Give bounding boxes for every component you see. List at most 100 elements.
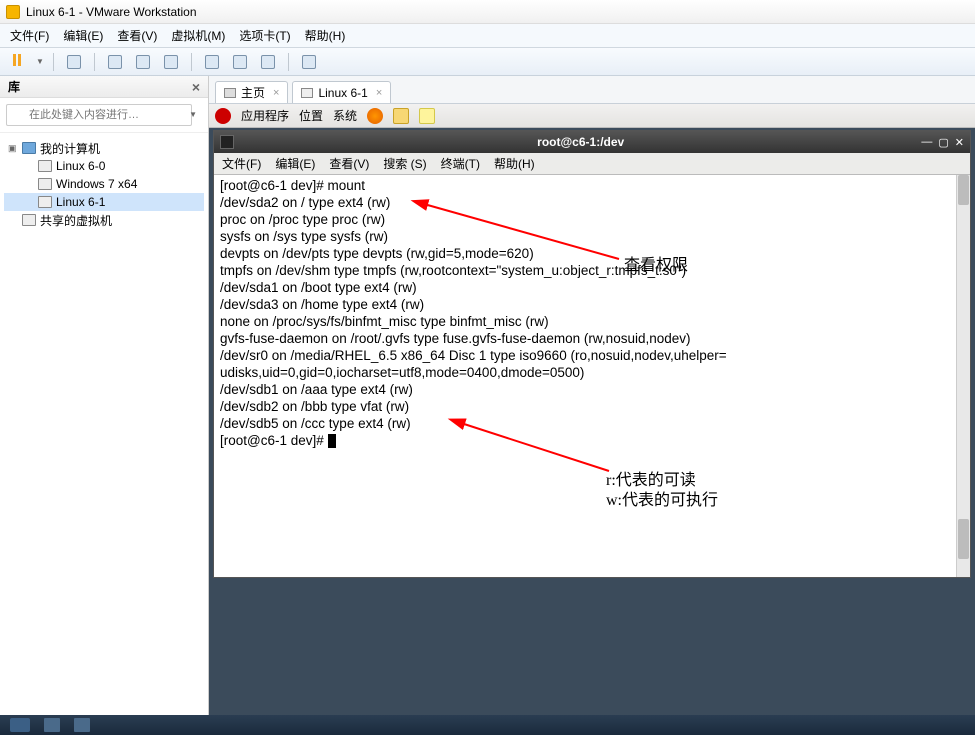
tab-home[interactable]: 主页 × — [215, 81, 288, 103]
sidebar-close-button[interactable]: × — [192, 79, 200, 95]
menu-edit[interactable]: 编辑(E) — [63, 27, 103, 44]
term-menu-file[interactable]: 文件(F) — [222, 155, 261, 172]
vmware-icon — [6, 5, 20, 19]
tab-vm-label: Linux 6-1 — [318, 86, 367, 100]
vm-icon — [38, 178, 52, 190]
vm-tabs: 主页 × Linux 6-1 × — [209, 76, 975, 104]
toolbar-btn-3[interactable] — [132, 52, 154, 72]
notes-icon[interactable] — [419, 108, 435, 124]
terminal-line: /dev/sda2 on / type ext4 (rw) — [220, 194, 964, 211]
toolbar-btn-6[interactable] — [229, 52, 251, 72]
fullscreen-icon — [205, 55, 219, 69]
terminal-line: devpts on /dev/pts type devpts (rw,gid=5… — [220, 245, 964, 262]
terminal-line: gvfs-fuse-daemon on /root/.gvfs type fus… — [220, 330, 964, 347]
menu-tabs[interactable]: 选项卡(T) — [239, 27, 290, 44]
terminal-line: sysfs on /sys type sysfs (rw) — [220, 228, 964, 245]
terminal-menubar: 文件(F) 编辑(E) 查看(V) 搜索 (S) 终端(T) 帮助(H) — [214, 153, 970, 175]
manage-icon — [136, 55, 150, 69]
gnome-menu-places[interactable]: 位置 — [299, 107, 323, 124]
tree-item-win7[interactable]: Windows 7 x64 — [4, 175, 204, 193]
terminal-line: /dev/sdb2 on /bbb type vfat (rw) — [220, 398, 964, 415]
menu-view[interactable]: 查看(V) — [117, 27, 157, 44]
scrollbar-thumb[interactable] — [958, 519, 969, 559]
toolbar-btn-1[interactable] — [63, 52, 85, 72]
home-icon — [224, 88, 236, 98]
search-dropdown-icon[interactable]: ▼ — [189, 110, 197, 119]
revert-icon — [108, 55, 122, 69]
app-menubar: 文件(F) 编辑(E) 查看(V) 虚拟机(M) 选项卡(T) 帮助(H) — [0, 24, 975, 48]
term-menu-edit[interactable]: 编辑(E) — [275, 155, 315, 172]
window-titlebar: Linux 6-1 - VMware Workstation — [0, 0, 975, 24]
terminal-cursor — [328, 434, 336, 448]
terminal-title: root@c6-1:/dev — [240, 135, 921, 149]
tree-shared-label: 共享的虚拟机 — [40, 212, 112, 229]
terminal-scrollbar[interactable] — [956, 175, 970, 577]
console-icon — [261, 55, 275, 69]
terminal-close-button[interactable]: ✕ — [955, 136, 964, 149]
start-button[interactable] — [10, 718, 30, 732]
computer-icon — [22, 142, 36, 154]
firefox-icon[interactable] — [367, 108, 383, 124]
library-tree: ▣ 我的计算机 Linux 6-0 Windows 7 x64 Linux 6-… — [0, 133, 208, 235]
file-manager-icon[interactable] — [393, 108, 409, 124]
term-menu-view[interactable]: 查看(V) — [329, 155, 369, 172]
term-menu-search[interactable]: 搜索 (S) — [383, 155, 426, 172]
settings-icon — [164, 55, 178, 69]
term-menu-help[interactable]: 帮助(H) — [494, 155, 535, 172]
scrollbar-thumb[interactable] — [958, 175, 969, 205]
tab-home-label: 主页 — [241, 84, 265, 101]
vm-icon — [38, 196, 52, 208]
pause-icon — [13, 53, 21, 71]
stretch-icon — [302, 55, 316, 69]
terminal-icon — [220, 135, 234, 149]
toolbar-btn-5[interactable] — [201, 52, 223, 72]
terminal-maximize-button[interactable]: ▢ — [938, 136, 948, 149]
library-search-input[interactable] — [6, 104, 192, 126]
taskbar-icon[interactable] — [44, 718, 60, 732]
vm-content-area: 主页 × Linux 6-1 × 应用程序 位置 系统 root@c6-1:/d… — [209, 76, 975, 715]
terminal-line: none on /proc/sys/fs/binfmt_misc type bi… — [220, 313, 964, 330]
term-menu-terminal[interactable]: 终端(T) — [441, 155, 480, 172]
terminal-line: /dev/sda1 on /boot type ext4 (rw) — [220, 279, 964, 296]
terminal-line: /dev/sdb1 on /aaa type ext4 (rw) — [220, 381, 964, 398]
taskbar-icon[interactable] — [74, 718, 90, 732]
terminal-line: udisks,uid=0,gid=0,iocharset=utf8,mode=0… — [220, 364, 964, 381]
menu-vm[interactable]: 虚拟机(M) — [171, 27, 225, 44]
tab-close-icon[interactable]: × — [376, 87, 382, 99]
vm-icon — [301, 88, 313, 98]
terminal-minimize-button[interactable]: — — [921, 136, 932, 149]
host-taskbar — [0, 715, 975, 735]
terminal-line: [root@c6-1 dev]# — [220, 432, 964, 449]
terminal-titlebar[interactable]: root@c6-1:/dev — ▢ ✕ — [214, 131, 970, 153]
gnome-menu-apps[interactable]: 应用程序 — [241, 107, 289, 124]
tree-root-mycomputer[interactable]: ▣ 我的计算机 — [4, 139, 204, 157]
unity-icon — [233, 55, 247, 69]
toolbar-btn-4[interactable] — [160, 52, 182, 72]
terminal-line: /dev/sr0 on /media/RHEL_6.5 x86_64 Disc … — [220, 347, 964, 364]
terminal-body[interactable]: [root@c6-1 dev]# mount/dev/sda2 on / typ… — [214, 175, 970, 577]
toolbar-btn-2[interactable] — [104, 52, 126, 72]
app-toolbar: ▼ — [0, 48, 975, 76]
power-pause-button[interactable] — [6, 52, 28, 72]
tree-item-label: Windows 7 x64 — [56, 177, 137, 191]
tree-root-shared[interactable]: 共享的虚拟机 — [4, 211, 204, 229]
sidebar-header: 库 × — [0, 76, 208, 98]
tab-linux61[interactable]: Linux 6-1 × — [292, 81, 391, 103]
redhat-icon[interactable] — [215, 108, 231, 124]
tree-item-linux60[interactable]: Linux 6-0 — [4, 157, 204, 175]
menu-file[interactable]: 文件(F) — [10, 27, 49, 44]
terminal-line: /dev/sda3 on /home type ext4 (rw) — [220, 296, 964, 313]
tab-close-icon[interactable]: × — [273, 87, 279, 99]
gnome-menu-system[interactable]: 系统 — [333, 107, 357, 124]
toolbar-btn-8[interactable] — [298, 52, 320, 72]
toolbar-btn-7[interactable] — [257, 52, 279, 72]
dropdown-arrow-icon[interactable]: ▼ — [36, 57, 44, 66]
tree-item-label: Linux 6-0 — [56, 159, 105, 173]
terminal-line: /dev/sdb5 on /ccc type ext4 (rw) — [220, 415, 964, 432]
collapse-icon[interactable]: ▣ — [8, 143, 18, 154]
terminal-line: tmpfs on /dev/shm type tmpfs (rw,rootcon… — [220, 262, 964, 279]
gnome-top-panel: 应用程序 位置 系统 — [209, 104, 975, 128]
vm-icon — [38, 160, 52, 172]
menu-help[interactable]: 帮助(H) — [305, 27, 346, 44]
tree-item-linux61[interactable]: Linux 6-1 — [4, 193, 204, 211]
